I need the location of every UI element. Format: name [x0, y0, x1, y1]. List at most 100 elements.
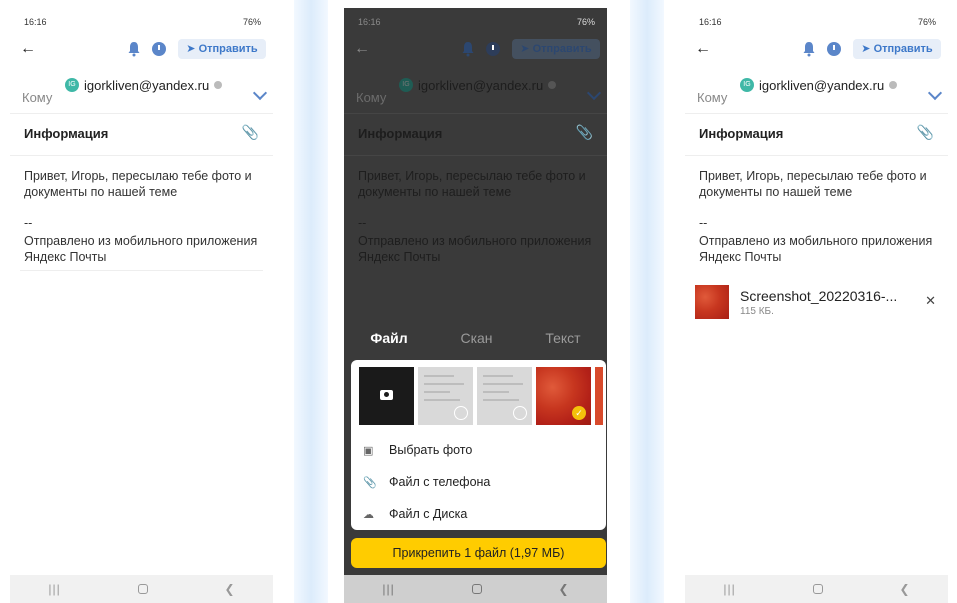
status-bar: 16:16 76% — [10, 8, 273, 36]
recipient-chip[interactable]: IG igorkliven@yandex.ru — [740, 76, 898, 94]
system-nav-bar: ||| ❮ — [344, 575, 607, 603]
option-label: Файл с Диска — [389, 507, 468, 521]
toolbar: ← ➤ Отправить — [685, 38, 948, 62]
attach-sheet: ✓ ▣ Выбрать фото 📎 Файл с телефона ☁ Фай… — [351, 360, 606, 530]
nav-back-icon[interactable]: ❮ — [225, 582, 235, 596]
schedule-clock-icon[interactable] — [152, 42, 166, 56]
doc-line — [424, 383, 464, 385]
to-field[interactable]: Кому IG igorkliven@yandex.ru — [10, 70, 273, 114]
phone-compose-with-attachment: 16:16 76% ← ➤ Отправить Кому IG igorkliv… — [685, 8, 948, 603]
attachment-size: 115 КБ. — [740, 306, 774, 317]
attachment-item[interactable]: Screenshot_20220316-... 115 КБ. ✕ — [695, 285, 938, 323]
media-thumbnail-selected[interactable]: ✓ — [536, 367, 591, 425]
to-label: Кому — [697, 90, 728, 105]
nav-back-icon[interactable]: ❮ — [900, 582, 910, 596]
chevron-down-icon[interactable] — [252, 85, 268, 101]
chevron-down-icon — [586, 85, 602, 101]
select-circle-icon[interactable] — [513, 406, 527, 420]
image-icon: ▣ — [363, 444, 374, 457]
option-file-from-phone[interactable]: 📎 Файл с телефона — [363, 472, 490, 492]
chevron-down-icon[interactable] — [927, 85, 943, 101]
schedule-clock-icon[interactable] — [827, 42, 841, 56]
signature: Отправлено из мобильного приложения Янде… — [358, 234, 592, 264]
send-button: ➤ Отправить — [512, 39, 600, 59]
status-battery: 76% — [917, 17, 936, 27]
status-bar: 16:16 76% — [344, 8, 607, 36]
attachment-name: Screenshot_20220316-... — [740, 288, 898, 304]
recent-media-strip: ✓ — [359, 367, 606, 425]
send-button[interactable]: ➤ Отправить — [178, 39, 266, 59]
send-label: Отправить — [873, 43, 933, 55]
send-label: Отправить — [532, 43, 592, 55]
home-icon[interactable] — [137, 584, 148, 594]
message-body[interactable]: Привет, Игорь, пересылаю тебе фото и док… — [699, 168, 939, 200]
remove-recipient-icon[interactable] — [889, 81, 898, 89]
camera-tile[interactable] — [359, 367, 414, 425]
to-label: Кому — [22, 90, 53, 105]
send-button[interactable]: ➤ Отправить — [853, 39, 941, 59]
avatar: IG — [740, 78, 754, 92]
subject-text: Информация — [24, 126, 109, 141]
doc-line — [483, 383, 523, 385]
status-battery: 76% — [242, 17, 261, 27]
option-file-from-disk[interactable]: ☁ Файл с Диска — [363, 504, 467, 524]
back-arrow-icon: ← — [354, 40, 370, 57]
recent-apps-icon[interactable]: ||| — [723, 582, 735, 596]
cloud-disk-icon: ☁ — [363, 508, 374, 521]
signature: Отправлено из мобильного приложения Янде… — [24, 234, 258, 264]
signature-separator: -- — [24, 216, 33, 230]
home-icon[interactable] — [812, 584, 823, 594]
media-thumbnail[interactable] — [477, 367, 532, 425]
remove-recipient-icon[interactable] — [214, 81, 223, 89]
phone-compose: 16:16 76% ← ➤ Отправить Кому IG igorkliv… — [10, 8, 273, 603]
option-label: Файл с телефона — [389, 475, 491, 489]
back-arrow-icon[interactable]: ← — [695, 38, 711, 60]
bell-icon — [462, 42, 474, 57]
avatar: IG — [65, 78, 79, 92]
option-choose-photo[interactable]: ▣ Выбрать фото — [363, 440, 472, 460]
to-field: Кому IG igorkliven@yandex.ru — [344, 70, 607, 114]
subject-field[interactable]: Информация 📎 — [685, 120, 948, 156]
tutorial-stage: 16:16 76% ← ➤ Отправить Кому IG igorkliv… — [0, 0, 957, 603]
status-battery: 76% — [576, 17, 595, 27]
tab-text[interactable]: Текст — [545, 330, 580, 354]
remove-attachment-icon[interactable]: ✕ — [925, 293, 936, 309]
recent-apps-icon[interactable]: ||| — [382, 582, 394, 596]
subject-text: Информация — [358, 126, 443, 141]
recipient-chip[interactable]: IG igorkliven@yandex.ru — [65, 76, 223, 94]
status-time: 16:16 — [358, 17, 381, 27]
recent-apps-icon[interactable]: ||| — [48, 582, 60, 596]
paperclip-icon[interactable]: 📎 — [917, 124, 934, 141]
nav-back-icon[interactable]: ❮ — [559, 582, 569, 596]
paperclip-icon[interactable]: 📎 — [242, 124, 259, 141]
back-arrow-icon[interactable]: ← — [20, 38, 36, 60]
camera-icon — [380, 390, 393, 400]
attachment-thumbnail — [695, 285, 729, 319]
bell-icon[interactable] — [127, 41, 141, 57]
recipient-chip: IG igorkliven@yandex.ru — [399, 76, 557, 94]
toolbar: ← ➤ Отправить — [10, 38, 273, 62]
send-label: Отправить — [198, 43, 258, 55]
divider-stripe — [630, 0, 664, 603]
remove-recipient-icon — [548, 81, 557, 89]
to-field[interactable]: Кому IG igorkliven@yandex.ru — [685, 70, 948, 114]
doc-line — [483, 375, 513, 377]
tab-file[interactable]: Файл — [370, 330, 407, 354]
message-body: Привет, Игорь, пересылаю тебе фото и док… — [358, 169, 586, 199]
media-thumbnail[interactable] — [418, 367, 473, 425]
signature: Отправлено из мобильного приложения Янде… — [699, 234, 933, 264]
recipient-email: igorkliven@yandex.ru — [84, 77, 210, 93]
doc-line — [424, 399, 460, 401]
bell-icon[interactable] — [802, 41, 816, 57]
home-icon[interactable] — [471, 584, 482, 594]
status-time: 16:16 — [24, 17, 47, 27]
phone-attach-picker: 16:16 76% ← ➤ Отправить Кому IG igorkliv… — [344, 8, 607, 603]
checkmark-icon[interactable]: ✓ — [572, 406, 586, 420]
attach-files-button[interactable]: Прикрепить 1 файл (1,97 МБ) — [351, 538, 606, 568]
media-thumbnail[interactable] — [595, 367, 603, 425]
select-circle-icon[interactable] — [454, 406, 468, 420]
paperclip-icon: 📎 — [575, 124, 593, 140]
message-body[interactable]: Привет, Игорь, пересылаю тебе фото и док… — [24, 168, 264, 200]
subject-field[interactable]: Информация 📎 — [10, 120, 273, 156]
tab-scan[interactable]: Скан — [460, 330, 492, 354]
